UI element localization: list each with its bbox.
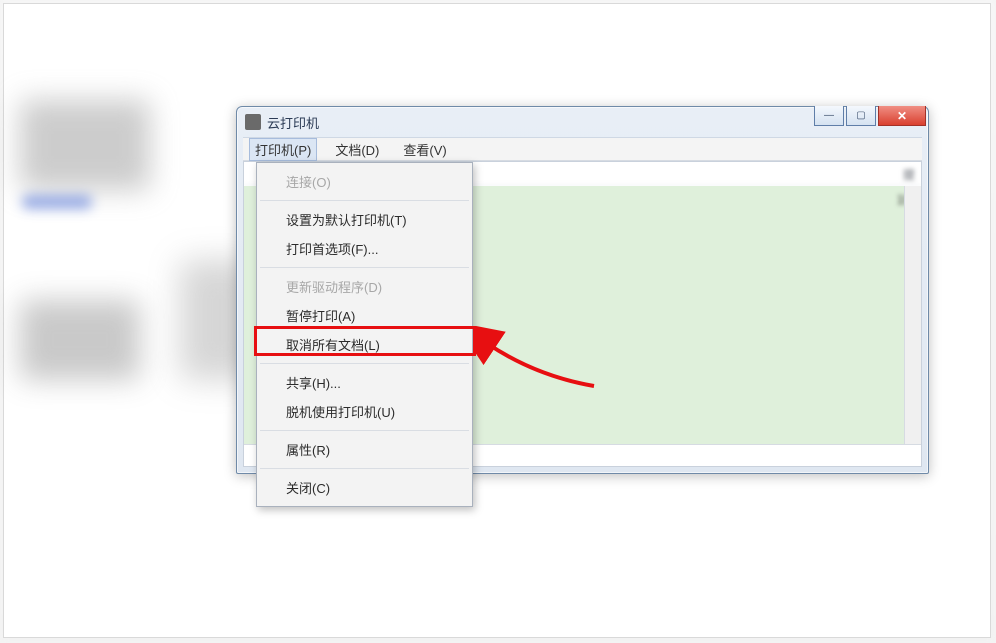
menu-separator — [260, 468, 469, 469]
maximize-icon: ▢ — [856, 110, 865, 121]
menu-separator — [260, 200, 469, 201]
col-submitted[interactable]: 提 — [875, 162, 921, 185]
menu-item-sharing[interactable]: 共享(H)... — [258, 368, 471, 397]
printer-app-icon — [245, 114, 261, 130]
menu-item-cancel-all[interactable]: 取消所有文档(L) — [258, 330, 471, 359]
titlebar[interactable]: 云打印机 — ▢ ✕ — [237, 107, 928, 137]
menu-item-offline[interactable]: 脱机使用打印机(U) — [258, 397, 471, 426]
col-4[interactable] — [717, 162, 875, 185]
printer-menu-dropdown: 连接(O) 设置为默认打印机(T) 打印首选项(F)... 更新驱动程序(D) … — [256, 162, 473, 507]
menu-item-preferences[interactable]: 打印首选项(F)... — [258, 234, 471, 263]
minimize-icon: — — [824, 110, 834, 121]
window-controls: — ▢ ✕ — [814, 106, 926, 128]
menu-document[interactable]: 文档(D) — [329, 138, 385, 161]
menu-item-update-driver: 更新驱动程序(D) — [258, 272, 471, 301]
menu-separator — [260, 430, 469, 431]
menu-item-set-default[interactable]: 设置为默认打印机(T) — [258, 205, 471, 234]
minimize-button[interactable]: — — [814, 106, 844, 126]
menu-separator — [260, 363, 469, 364]
blurred-selection — [22, 195, 92, 209]
blurred-printer-icon — [20, 300, 140, 380]
menu-item-pause[interactable]: 暂停打印(A) — [258, 301, 471, 330]
col-3[interactable] — [560, 162, 718, 185]
menu-separator — [260, 267, 469, 268]
menu-item-connect: 连接(O) — [258, 167, 471, 196]
vertical-scrollbar[interactable] — [904, 186, 921, 444]
menu-bar: 打印机(P) 文档(D) 查看(V) — [243, 137, 922, 161]
close-button[interactable]: ✕ — [878, 106, 926, 126]
menu-view[interactable]: 查看(V) — [397, 138, 452, 161]
close-icon: ✕ — [897, 109, 907, 123]
menu-item-properties[interactable]: 属性(R) — [258, 435, 471, 464]
maximize-button[interactable]: ▢ — [846, 106, 876, 126]
menu-item-close[interactable]: 关闭(C) — [258, 473, 471, 502]
menu-printer[interactable]: 打印机(P) — [249, 138, 317, 161]
blurred-printer-icon — [20, 100, 150, 190]
